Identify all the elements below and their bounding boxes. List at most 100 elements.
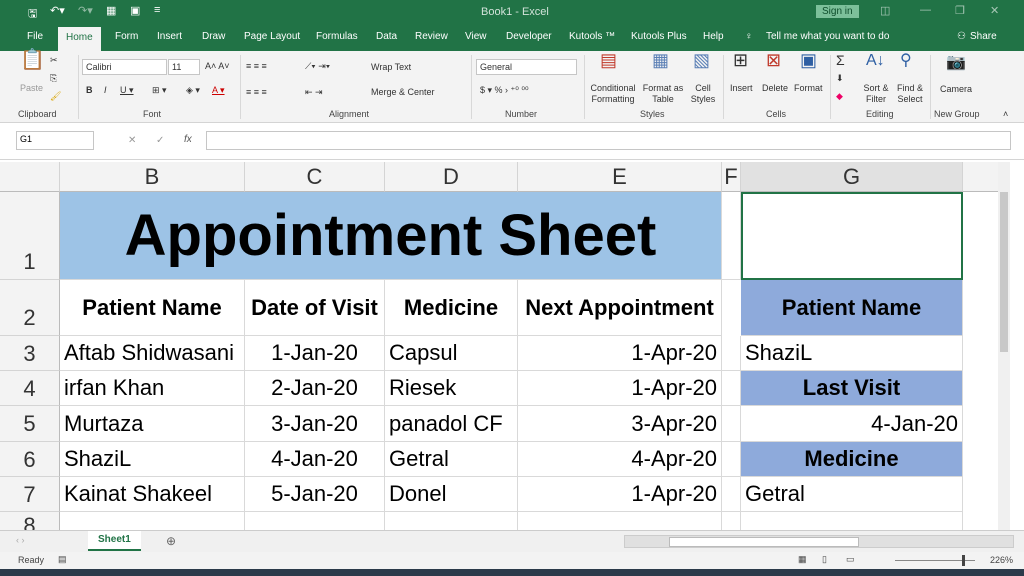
table-cell[interactable]: 1-Jan-20	[245, 336, 385, 371]
number-format-select[interactable]: General	[476, 59, 577, 75]
camera-qat-icon[interactable]: ▣	[130, 4, 140, 17]
minimize-button[interactable]: —	[920, 4, 931, 16]
sheet-nav-arrows[interactable]: ‹ ›	[16, 535, 25, 545]
table-cell[interactable]	[722, 442, 741, 477]
conditional-formatting-icon[interactable]: ▤	[600, 51, 617, 69]
row-header-6[interactable]: 6	[0, 442, 60, 477]
cancel-icon[interactable]: ✕	[128, 135, 136, 146]
indent-icon[interactable]: ⇤ ⇥	[305, 87, 323, 98]
table-cell[interactable]	[722, 406, 741, 442]
lookup-medicine-value[interactable]: Getral	[741, 477, 963, 512]
table-cell[interactable]: 2-Jan-20	[245, 371, 385, 406]
fill-icon[interactable]: ⬇	[836, 73, 844, 84]
column-header-c[interactable]: C	[245, 162, 385, 192]
name-box[interactable]: G1	[16, 131, 94, 150]
share-button[interactable]: Share	[970, 31, 997, 42]
table-cell[interactable]	[722, 371, 741, 406]
cut-icon[interactable]: ✂	[50, 55, 58, 66]
autosum-icon[interactable]: Σ	[836, 53, 845, 67]
clear-icon[interactable]: ◆	[836, 91, 843, 102]
customize-qat-icon[interactable]: ≡	[154, 4, 160, 16]
insert-function-button[interactable]: fx	[184, 134, 192, 145]
tell-me-input[interactable]: Tell me what you want to do	[766, 31, 889, 42]
wrap-text-button[interactable]: Wrap Text	[371, 62, 411, 73]
tab-data[interactable]: Data	[376, 31, 397, 42]
format-as-table-button[interactable]: Format as Table	[641, 83, 685, 105]
tab-formulas[interactable]: Formulas	[316, 31, 358, 42]
sort-filter-button[interactable]: Sort & Filter	[862, 83, 890, 105]
underline-button[interactable]: U ▾	[120, 85, 134, 96]
camera-icon[interactable]: 📷	[946, 55, 966, 71]
close-button[interactable]: ✕	[990, 4, 999, 17]
table-cell[interactable]	[385, 512, 518, 530]
bold-button[interactable]: B	[86, 85, 93, 96]
cell-styles-icon[interactable]: ▧	[693, 51, 710, 69]
table-cell[interactable]	[722, 477, 741, 512]
table-cell[interactable]: 1-Apr-20	[518, 371, 722, 406]
paste-icon[interactable]: 📋	[20, 50, 45, 70]
table-cell[interactable]: Capsul	[385, 336, 518, 371]
cell-g1-selected[interactable]	[741, 192, 963, 280]
find-select-button[interactable]: Find & Select	[894, 83, 926, 105]
align-top-icon[interactable]: ≡ ≡ ≡	[246, 61, 267, 72]
table-cell[interactable]	[245, 512, 385, 530]
column-header-g[interactable]: G	[741, 162, 963, 192]
vertical-scroll-thumb[interactable]	[1000, 192, 1008, 352]
horizontal-scrollbar[interactable]	[624, 535, 1014, 548]
lookup-last-visit-value[interactable]: 4-Jan-20	[741, 406, 963, 442]
row-header-2[interactable]: 2	[0, 280, 60, 336]
sort-filter-icon[interactable]: A↓	[866, 53, 885, 69]
table-cell[interactable]	[60, 512, 245, 530]
align-left-icon[interactable]: ≡ ≡ ≡	[246, 87, 267, 98]
camera-button[interactable]: Camera	[940, 84, 972, 95]
tab-kutools[interactable]: Kutools ™	[569, 31, 615, 42]
sheet-tab-sheet1[interactable]: Sheet1	[88, 531, 141, 551]
insert-cells-button[interactable]: Insert	[730, 83, 753, 94]
table-cell[interactable]	[741, 512, 963, 530]
redo-icon[interactable]: ↷▾	[78, 4, 93, 17]
tab-insert[interactable]: Insert	[157, 31, 182, 42]
tab-draw[interactable]: Draw	[202, 31, 225, 42]
collapse-ribbon-icon[interactable]: ˄	[1003, 109, 1008, 120]
table-cell[interactable]: 1-Apr-20	[518, 336, 722, 371]
conditional-formatting-button[interactable]: Conditional Formatting	[586, 83, 640, 105]
orientation-icon[interactable]: ⟋▾ ⇥▾	[305, 61, 330, 72]
table-cell[interactable]: Aftab Shidwasani	[60, 336, 245, 371]
borders-icon[interactable]: ⊞ ▾	[152, 85, 167, 96]
select-all-button[interactable]	[0, 162, 60, 192]
table-cell[interactable]: irfan Khan	[60, 371, 245, 406]
header-medicine[interactable]: Medicine	[385, 280, 518, 336]
title-cell[interactable]: Appointment Sheet	[60, 192, 722, 280]
format-cells-button[interactable]: Format	[794, 83, 823, 94]
lookup-patient-value[interactable]: ShaziL	[741, 336, 963, 371]
zoom-slider-thumb[interactable]	[962, 555, 965, 566]
row-header-4[interactable]: 4	[0, 371, 60, 406]
tab-kutools-plus[interactable]: Kutools Plus	[631, 31, 687, 42]
table-cell[interactable]: Getral	[385, 442, 518, 477]
table-cell[interactable]: 3-Apr-20	[518, 406, 722, 442]
ribbon-display-icon[interactable]: ◫	[880, 4, 890, 17]
tab-page-layout[interactable]: Page Layout	[244, 31, 300, 42]
zoom-level[interactable]: 226%	[990, 555, 1013, 565]
table-cell[interactable]: 5-Jan-20	[245, 477, 385, 512]
table-cell[interactable]: panadol CF	[385, 406, 518, 442]
lookup-medicine-label[interactable]: Medicine	[741, 442, 963, 477]
page-layout-view-icon[interactable]: ▯	[822, 554, 827, 565]
tab-form[interactable]: Form	[115, 31, 138, 42]
font-color-icon[interactable]: A ▾	[212, 85, 225, 96]
page-break-view-icon[interactable]: ▭	[846, 554, 855, 565]
horizontal-scroll-thumb[interactable]	[669, 537, 859, 547]
merge-center-button[interactable]: Merge & Center	[371, 87, 435, 98]
delete-cells-icon[interactable]: ⊠	[766, 51, 781, 69]
table-cell[interactable]: 3-Jan-20	[245, 406, 385, 442]
tab-file[interactable]: File	[27, 31, 43, 42]
restore-button[interactable]: ❐	[955, 4, 965, 17]
italic-button[interactable]: I	[104, 85, 107, 96]
column-header-e[interactable]: E	[518, 162, 722, 192]
undo-icon[interactable]: ↶▾	[50, 4, 65, 17]
column-header-h[interactable]	[963, 162, 998, 192]
enter-icon[interactable]: ✓	[156, 135, 164, 146]
row-header-1[interactable]: 1	[0, 192, 60, 280]
tab-home[interactable]: Home	[58, 27, 101, 51]
delete-cells-button[interactable]: Delete	[762, 83, 788, 94]
